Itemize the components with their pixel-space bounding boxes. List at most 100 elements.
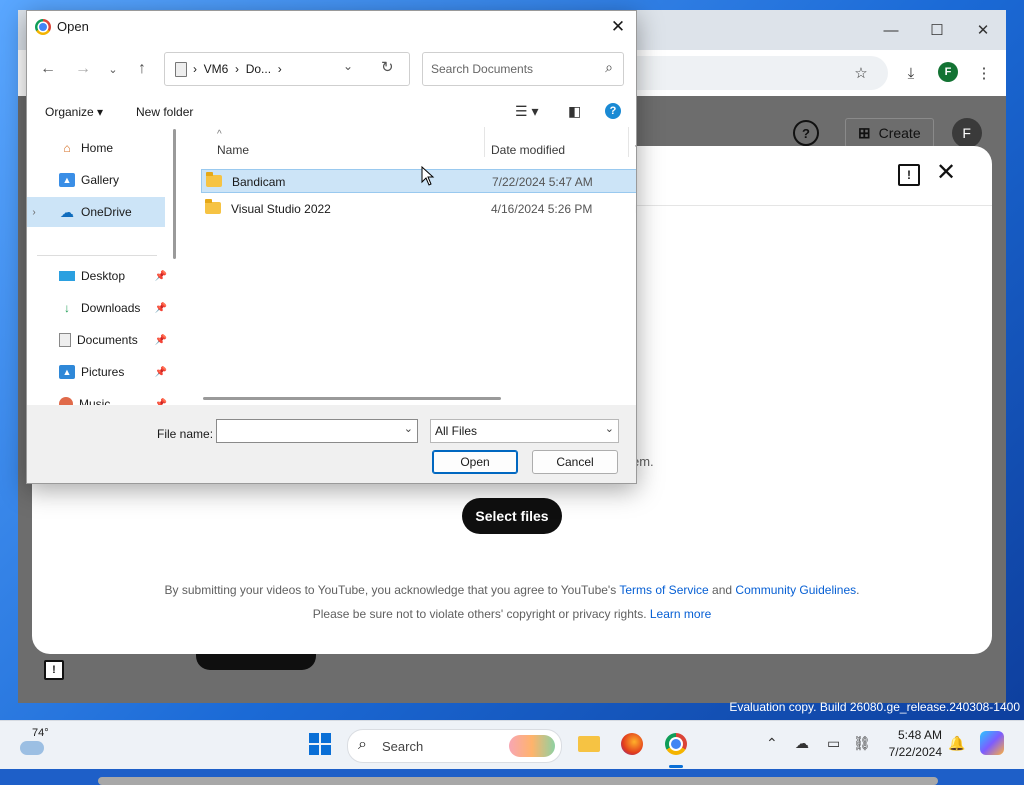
expand-chevron-icon[interactable]: › (27, 207, 41, 218)
evaluation-watermark: Evaluation copy. Build 26080.ge_release.… (729, 700, 1020, 714)
onedrive-offline-icon[interactable]: ☁ (795, 735, 809, 752)
feedback-icon[interactable]: ! (898, 164, 920, 186)
bookmark-star-icon[interactable]: ☆ (850, 62, 872, 84)
column-header-name[interactable]: Name (217, 143, 249, 157)
desktop-icon (59, 271, 75, 281)
select-files-button[interactable]: Select files (462, 498, 562, 534)
search-placeholder: Search Documents (431, 62, 534, 76)
show-hidden-icons-chevron-icon[interactable]: ⌃ (766, 735, 778, 752)
page-horizontal-scrollbar[interactable] (98, 777, 938, 785)
pin-icon: 📌 (154, 270, 167, 282)
chrome-profile-avatar[interactable]: F (938, 62, 958, 82)
nav-item-gallery[interactable]: ▲ Gallery (27, 165, 165, 195)
minimize-icon[interactable]: — (868, 10, 914, 50)
display-icon[interactable]: ▭ (827, 735, 840, 752)
dialog-close-icon[interactable]: ✕ (606, 15, 630, 39)
forward-arrow-icon[interactable]: → (72, 59, 94, 79)
dialog-footer: File name: ⌄ All Files ⌄ Open Cancel (27, 405, 636, 483)
address-dropdown-icon[interactable]: ⌄ (343, 59, 353, 73)
community-guidelines-link[interactable]: Community Guidelines (735, 583, 856, 597)
network-icon[interactable]: ⛓ (853, 735, 871, 752)
gallery-icon: ▲ (59, 173, 75, 187)
firefox-app[interactable] (618, 730, 646, 758)
file-row-visual-studio-2022[interactable]: Visual Studio 2022 4/16/2024 5:26 PM Fil… (201, 197, 636, 221)
close-window-icon[interactable]: ✕ (960, 10, 1006, 50)
report-icon[interactable]: ! (44, 660, 64, 680)
yt-header-actions: ? ⊞ Create F (793, 118, 982, 148)
downloads-folder-icon: ↓ (64, 301, 70, 315)
nav-item-home[interactable]: ⌂ Home (27, 133, 165, 163)
nav-divider (37, 255, 157, 256)
file-type: File fo (635, 202, 636, 216)
search-documents-box[interactable]: Search Documents ⌕ (422, 52, 624, 86)
help-icon[interactable]: ? (793, 120, 819, 146)
column-header-date-modified[interactable]: Date modified (491, 143, 565, 157)
learn-more-link[interactable]: Learn more (650, 607, 711, 621)
view-options-icon[interactable]: ☰ ▾ (515, 103, 538, 120)
new-folder-button[interactable]: New folder (136, 105, 193, 119)
modal-close-icon[interactable]: ✕ (936, 161, 956, 185)
file-list-horizontal-scrollbar[interactable] (203, 397, 501, 400)
up-arrow-icon[interactable]: ↑ (131, 59, 153, 79)
terms-of-service-link[interactable]: Terms of Service (619, 583, 708, 597)
system-clock[interactable]: 5:48 AM 7/22/2024 (880, 727, 942, 761)
nav-item-music[interactable]: Music 📌 (27, 389, 169, 405)
nav-item-pictures[interactable]: ▲ Pictures 📌 (27, 357, 169, 387)
file-explorer-icon (578, 736, 600, 752)
music-icon (59, 397, 73, 405)
file-row-bandicam[interactable]: Bandicam 7/22/2024 5:47 AM File fo (201, 169, 636, 193)
maximize-icon[interactable]: ☐ (914, 10, 960, 50)
file-name-dropdown-icon[interactable]: ⌄ (404, 422, 413, 435)
nav-item-downloads[interactable]: ↓ Downloads 📌 (27, 293, 169, 323)
copilot-icon[interactable] (980, 731, 1004, 755)
address-breadcrumb[interactable]: › VM6 › Do... › ⌄ ↻ (164, 52, 410, 86)
taskbar: 74° ⌕ Search ⌃ ☁ ▭ ⛓ 5:48 AM 7/22/2024 🔔 (0, 720, 1024, 769)
file-explorer-app[interactable] (575, 730, 603, 758)
windows-logo-icon (309, 733, 331, 755)
pin-icon: 📌 (154, 366, 167, 378)
search-highlight-art (509, 735, 555, 757)
nav-item-desktop[interactable]: Desktop 📌 (27, 261, 169, 291)
chrome-logo-icon (35, 19, 51, 35)
breadcrumb-documents[interactable]: Do... (246, 62, 271, 76)
back-arrow-icon[interactable]: ← (37, 59, 59, 79)
start-button[interactable] (306, 730, 334, 758)
refresh-icon[interactable]: ↻ (381, 58, 394, 76)
firefox-icon (621, 733, 643, 755)
chrome-menu-icon[interactable]: ⋮ (973, 62, 995, 84)
open-button[interactable]: Open (432, 450, 518, 474)
file-name-input[interactable]: ⌄ (216, 419, 418, 443)
mouse-cursor-icon (421, 166, 435, 186)
home-icon: ⌂ (63, 141, 71, 155)
recent-locations-chevron-icon[interactable]: ⌄ (102, 59, 124, 79)
column-header-type[interactable]: Type (635, 143, 636, 157)
nav-pane-scrollbar[interactable] (173, 129, 176, 259)
downloads-icon[interactable]: ⤓ (900, 62, 922, 84)
dialog-help-icon[interactable]: ? (605, 103, 621, 119)
search-icon: ⌕ (605, 59, 613, 75)
cloudy-weather-icon (20, 741, 44, 755)
disclaimer-line-2: Please be sure not to violate others' co… (312, 607, 712, 621)
pictures-icon: ▲ (59, 365, 75, 379)
taskbar-search[interactable]: ⌕ Search (347, 729, 562, 763)
cancel-button[interactable]: Cancel (532, 450, 618, 474)
nav-item-documents[interactable]: Documents 📌 (27, 325, 169, 355)
preview-pane-icon[interactable]: ◧ (568, 103, 581, 120)
disclaimer-line-1: By submitting your videos to YouTube, yo… (164, 583, 860, 597)
file-type-select[interactable]: All Files ⌄ (430, 419, 619, 443)
notification-bell-icon[interactable]: 🔔 (948, 735, 965, 752)
create-label: Create (878, 125, 921, 141)
channel-avatar[interactable]: F (951, 118, 982, 148)
create-button[interactable]: ⊞ Create (845, 118, 934, 148)
nav-item-onedrive[interactable]: › ☁ OneDrive (27, 197, 165, 227)
modal-header-divider (632, 205, 992, 206)
file-name: Visual Studio 2022 (231, 202, 331, 216)
breadcrumb-vm6[interactable]: VM6 (204, 62, 229, 76)
column-separator (628, 127, 629, 157)
folder-icon (205, 199, 221, 214)
chrome-icon (665, 733, 687, 755)
search-icon: ⌕ (358, 736, 367, 753)
organize-menu[interactable]: Organize ▾ (45, 105, 103, 119)
chrome-app[interactable] (662, 730, 690, 758)
file-date: 4/16/2024 5:26 PM (491, 202, 593, 216)
